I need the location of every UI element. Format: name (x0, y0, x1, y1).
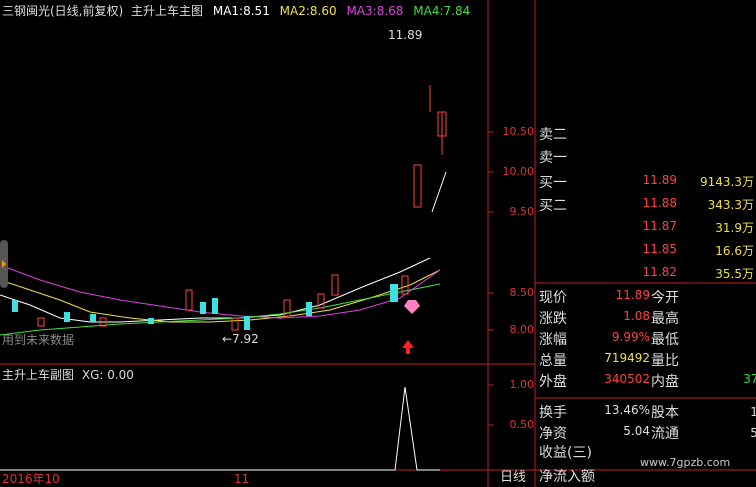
net-flow-label: 净流入额 (539, 469, 595, 485)
buy-price: 11.88 (642, 196, 677, 210)
stat-label: 现价 (539, 290, 567, 306)
y-tick-950: 9.50 (509, 205, 535, 215)
stat-label: 涨幅 (539, 332, 567, 348)
stats2-row: 净资 5.04 流通 5.35亿 (535, 421, 756, 442)
stat-label: 外盘 (539, 374, 567, 390)
sub-y-tick-050: 0.50 (509, 418, 535, 431)
quote-stat-row: 外盘 340502内盘 378990 (535, 369, 756, 390)
stat-label: 最低 (651, 332, 679, 348)
buy-level-label: 买一 (539, 175, 567, 191)
stat-label: 净资 (539, 426, 567, 442)
sub-chart-header: 主升上车副图 XG: 0.00 (2, 368, 134, 382)
y-tick-800: 8.00 (509, 323, 535, 336)
stat-value: 719492 (604, 351, 650, 365)
ma1-value: 8.51 (243, 4, 270, 18)
stock-title: 三钢闽光(日线,前复权) (2, 4, 124, 18)
xg-signal-line (0, 386, 440, 471)
buy-price: 11.82 (642, 265, 677, 279)
orderbook-buy-row: 11.82 35.5万 (535, 260, 756, 283)
stat-value: 2.14 (685, 351, 756, 365)
stat-value: 10.50 (685, 288, 756, 302)
xg-value: XG: 0.00 (81, 368, 134, 382)
future-data-watermark: 用到未来数据 (2, 333, 75, 347)
site-watermark: www.7gpzb.com (640, 456, 731, 469)
buy-volume: 343.3万 (707, 198, 754, 212)
ma4-value: 7.84 (443, 4, 471, 18)
orderbook-buy-row: 11.87 31.9万 (535, 214, 756, 237)
quote-stat-row: 涨幅 9.99%最低 10.19 (535, 327, 756, 348)
stat-value: 11.89 (615, 288, 650, 302)
sub-chart-title[interactable]: 主升上车副图 (2, 368, 74, 382)
stat-label: 最高 (651, 311, 679, 327)
stat-value: 1.08 (623, 309, 650, 323)
buy-price: 11.85 (642, 242, 677, 256)
quote-stat-row: 总量 719492量比 2.14 (535, 348, 756, 369)
ma4-label: MA4: (413, 4, 444, 18)
stat-value: 10.19 (685, 330, 756, 344)
x-label-nov: 11 (234, 472, 250, 486)
stat-label: 量比 (651, 353, 679, 369)
buy-volume: 31.9万 (715, 221, 754, 235)
ma3-value: 8.68 (376, 4, 404, 18)
y-tick-1000: 10.00 (502, 165, 535, 178)
stat-label: 涨跌 (539, 311, 567, 327)
up-arrow-icon (402, 340, 414, 354)
stat-value: 9.99% (611, 330, 650, 344)
stat-value: 11.89 (685, 309, 756, 323)
ma3-label: MA3: (346, 4, 377, 18)
ma2-value: 8.60 (309, 4, 337, 18)
indicator-name[interactable]: 主升上车主图 (131, 4, 203, 18)
stat-value: 5.35亿 (750, 426, 756, 440)
quote-stat-row: 现价 11.89今开 10.50 (535, 285, 756, 306)
buy-level-label: 买二 (539, 198, 567, 214)
stat-value: 340502 (604, 372, 650, 386)
stats2-row: 换手 13.46% 股本 13.7亿 (535, 400, 756, 421)
sub-y-tick-100: 1.00 (509, 378, 535, 391)
buy-price: 11.89 (642, 173, 677, 187)
sell-level-label: 卖一 (539, 150, 567, 166)
sell-level-label: 卖二 (539, 127, 567, 143)
orderbook-sell-row: 卖二 (535, 120, 756, 143)
orderbook-buy-row: 11.85 16.6万 (535, 237, 756, 260)
stat-value: 378990 (743, 372, 756, 386)
ma2-label: MA2: (279, 4, 310, 18)
period-button[interactable]: 日线 (500, 471, 526, 485)
stat-label: 今开 (651, 290, 679, 306)
ma1-label: MA1: (212, 4, 244, 18)
stat-label: 流通 (651, 426, 679, 442)
candlesticks (12, 85, 447, 331)
gem-marker (404, 300, 420, 314)
earnings-label: 收益(三) (539, 445, 592, 461)
buy-volume: 16.6万 (715, 244, 754, 258)
orderbook-buy-row: 买二 11.88 343.3万 (535, 191, 756, 214)
stat-label: 总量 (539, 353, 567, 369)
stat-value: 13.46% (604, 403, 650, 417)
orderbook-sell-row: 卖一 (535, 143, 756, 166)
high-price-label: 11.89 (388, 28, 423, 42)
stat-label: 股本 (651, 405, 679, 421)
chart-header: 三钢闽光(日线,前复权) 主升上车主图 MA1:8.51 MA2:8.60 MA… (2, 4, 470, 18)
stat-label: 换手 (539, 405, 567, 421)
orderbook-buy-row: 买一 11.89 9143.3万 (535, 168, 756, 191)
y-tick-1050: 10.50 (502, 125, 535, 138)
stat-label: 内盘 (651, 374, 679, 390)
ma4-line (0, 283, 441, 336)
buy-volume: 35.5万 (715, 267, 754, 281)
x-label-oct: 2016年10 (2, 472, 60, 486)
stat-value: 5.04 (623, 424, 650, 438)
stat-value: 13.7亿 (750, 405, 756, 419)
buy-price: 11.87 (642, 219, 677, 233)
low-price-label: ←7.92 (222, 332, 259, 346)
buy-volume: 9143.3万 (700, 175, 754, 189)
y-tick-850: 8.50 (509, 286, 535, 299)
quote-stat-row: 涨跌 1.08最高 11.89 (535, 306, 756, 327)
